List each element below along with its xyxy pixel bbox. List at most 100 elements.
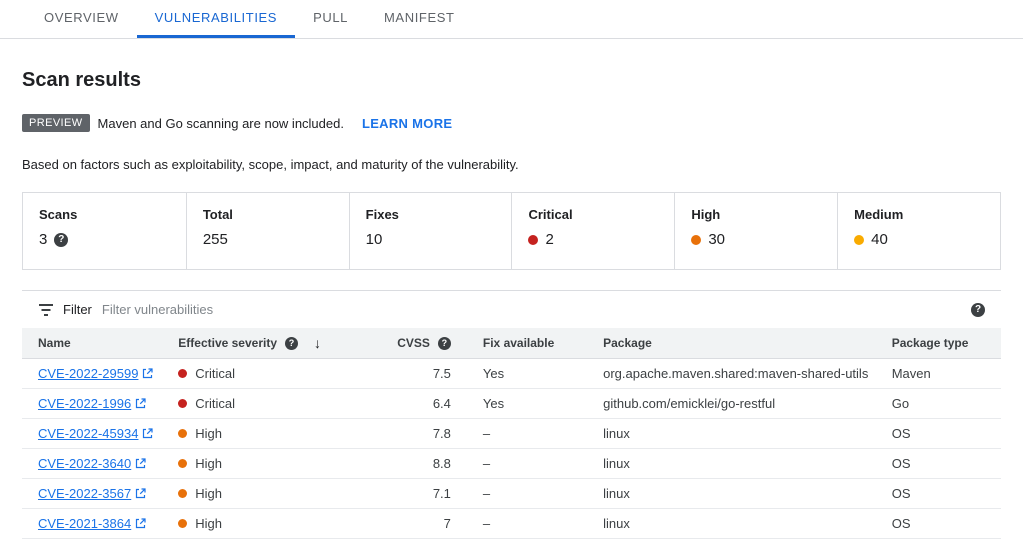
tab-vulnerabilities[interactable]: VULNERABILITIES	[137, 0, 295, 38]
cve-link[interactable]: CVE-2022-29599	[38, 366, 153, 381]
external-link-icon	[135, 488, 146, 499]
column-header-label: Effective severity	[178, 336, 277, 350]
table-row: CVE-2022-1996 Critical	[22, 389, 1001, 419]
severity-label: High	[195, 426, 222, 441]
help-icon[interactable]: ?	[285, 337, 298, 350]
severity-label: High	[195, 456, 222, 471]
fix-available-cell: Yes	[467, 389, 587, 419]
stat-label: Critical	[528, 207, 658, 222]
medium-dot-icon	[854, 235, 864, 245]
filter-input[interactable]	[102, 302, 961, 317]
column-header-label: CVSS	[397, 336, 430, 350]
cve-link[interactable]: CVE-2022-3640	[38, 456, 146, 471]
severity-cell: Critical	[162, 389, 376, 419]
page-title: Scan results	[22, 69, 1001, 92]
stat-value: 3	[39, 231, 47, 248]
help-icon[interactable]: ?	[438, 337, 451, 350]
filter-bar: Filter ?	[22, 291, 1001, 328]
column-header-package[interactable]: Package	[587, 328, 876, 359]
fix-available-cell: –	[467, 509, 587, 539]
stat-fixes: Fixes 10	[349, 193, 512, 269]
package-type-cell: OS	[876, 509, 1001, 539]
severity-cell: High	[162, 509, 376, 539]
stat-high: High 30	[674, 193, 837, 269]
preview-message: Maven and Go scanning are now included.	[98, 116, 344, 131]
package-cell: linux	[587, 479, 876, 509]
name-cell: CVE-2022-29599	[22, 359, 162, 389]
package-type-cell: Maven	[876, 359, 1001, 389]
tab-pull[interactable]: PULL	[295, 0, 366, 38]
column-header-package-type[interactable]: Package type	[876, 328, 1001, 359]
column-header-name[interactable]: Name	[22, 328, 162, 359]
tab-overview[interactable]: OVERVIEW	[26, 0, 137, 38]
sort-desc-icon[interactable]: ↓	[314, 335, 321, 351]
external-link-icon	[142, 368, 153, 379]
cve-link[interactable]: CVE-2021-3864	[38, 516, 146, 531]
cve-id: CVE-2022-3640	[38, 456, 131, 471]
stat-total: Total 255	[186, 193, 349, 269]
cvss-cell: 7.8	[377, 419, 467, 449]
fix-available-cell: Yes	[467, 359, 587, 389]
column-header-label: Package type	[892, 336, 969, 350]
high-dot-icon	[691, 235, 701, 245]
stat-value: 30	[708, 231, 725, 248]
package-cell: linux	[587, 419, 876, 449]
stat-value: 255	[203, 231, 228, 248]
help-icon[interactable]: ?	[54, 233, 68, 247]
table-row: CVE-2022-3567 High	[22, 479, 1001, 509]
severity-dot-icon	[178, 429, 187, 438]
tab-manifest[interactable]: MANIFEST	[366, 0, 473, 38]
fix-available-cell: –	[467, 449, 587, 479]
cve-id: CVE-2022-1996	[38, 396, 131, 411]
cvss-cell: 7	[377, 509, 467, 539]
help-icon[interactable]: ?	[971, 303, 985, 317]
name-cell: CVE-2021-3864	[22, 509, 162, 539]
severity-label: Critical	[195, 396, 235, 411]
column-header-effective-severity[interactable]: Effective severity ? ↓	[162, 328, 376, 359]
cve-link[interactable]: CVE-2022-1996	[38, 396, 146, 411]
cve-link[interactable]: CVE-2022-45934	[38, 426, 153, 441]
stat-label: Fixes	[366, 207, 496, 222]
stat-value: 10	[366, 231, 383, 248]
package-cell: linux	[587, 509, 876, 539]
package-type-cell: OS	[876, 419, 1001, 449]
name-cell: CVE-2022-1996	[22, 389, 162, 419]
critical-dot-icon	[528, 235, 538, 245]
package-type-cell: Go	[876, 389, 1001, 419]
cvss-cell: 7.1	[377, 479, 467, 509]
column-header-cvss[interactable]: CVSS ?	[377, 328, 467, 359]
vulnerabilities-table: Name Effective severity ? ↓ CVSS ?	[22, 328, 1001, 539]
stats-card: Scans 3 ? Total 255 Fixes 10 Critical 2	[22, 192, 1001, 270]
severity-label: High	[195, 486, 222, 501]
external-link-icon	[135, 458, 146, 469]
severity-cell: High	[162, 479, 376, 509]
table-header-row: Name Effective severity ? ↓ CVSS ?	[22, 328, 1001, 359]
external-link-icon	[135, 518, 146, 529]
preview-row: PREVIEW Maven and Go scanning are now in…	[22, 114, 1001, 132]
name-cell: CVE-2022-3640	[22, 449, 162, 479]
column-header-label: Package	[603, 336, 652, 350]
stat-label: Total	[203, 207, 333, 222]
cve-link[interactable]: CVE-2022-3567	[38, 486, 146, 501]
description-text: Based on factors such as exploitability,…	[22, 157, 1001, 172]
severity-cell: Critical	[162, 359, 376, 389]
main-content: Scan results PREVIEW Maven and Go scanni…	[0, 69, 1023, 539]
stat-value: 40	[871, 231, 888, 248]
severity-dot-icon	[178, 489, 187, 498]
name-cell: CVE-2022-45934	[22, 419, 162, 449]
filter-icon	[38, 303, 54, 317]
filter-button[interactable]: Filter	[38, 302, 92, 317]
severity-dot-icon	[178, 399, 187, 408]
severity-dot-icon	[178, 369, 187, 378]
column-header-fix-available[interactable]: Fix available	[467, 328, 587, 359]
package-type-cell: OS	[876, 449, 1001, 479]
severity-dot-icon	[178, 519, 187, 528]
stat-scans: Scans 3 ?	[23, 193, 186, 269]
package-cell: github.com/emicklei/go-restful	[587, 389, 876, 419]
external-link-icon	[142, 428, 153, 439]
external-link-icon	[135, 398, 146, 409]
cve-id: CVE-2022-29599	[38, 366, 138, 381]
table-row: CVE-2022-3640 High	[22, 449, 1001, 479]
preview-badge: PREVIEW	[22, 114, 90, 132]
learn-more-link[interactable]: LEARN MORE	[362, 116, 452, 131]
